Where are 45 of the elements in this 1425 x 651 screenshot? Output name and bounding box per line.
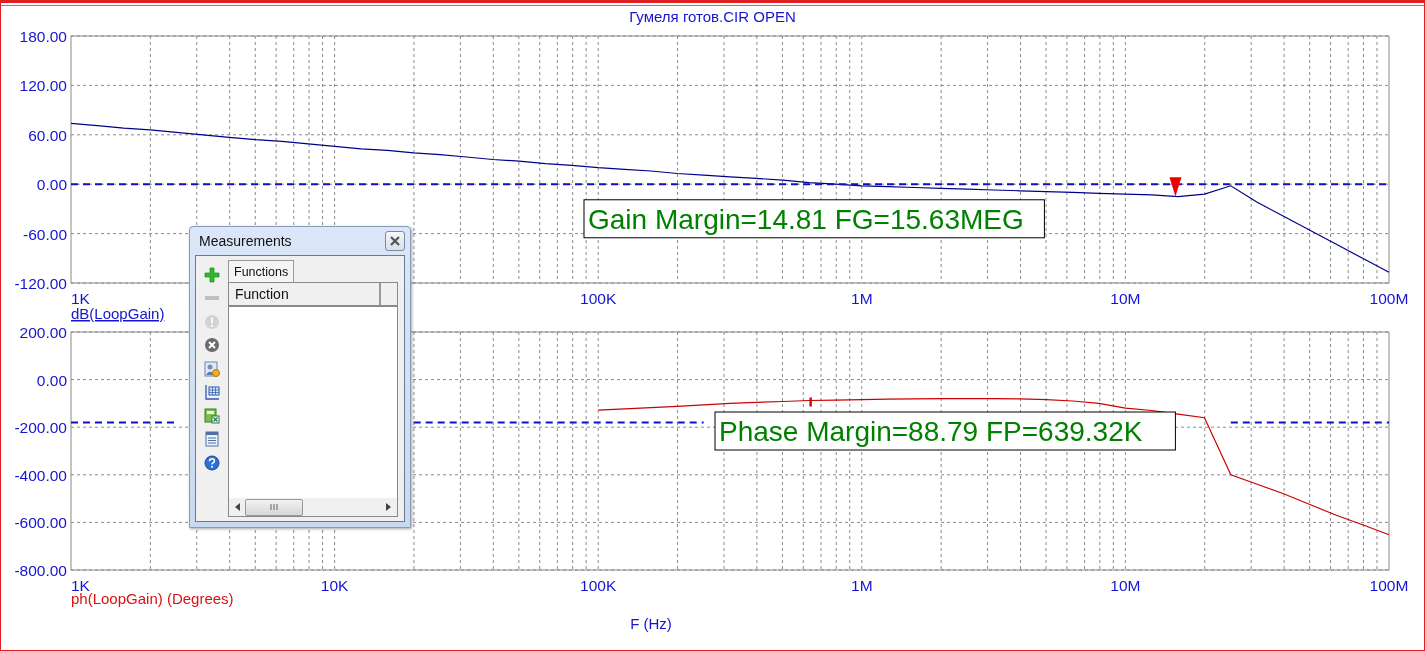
scroll-left-icon[interactable] [235, 503, 241, 511]
tab[interactable]: Functions [228, 260, 295, 282]
y-tick-label: 200.00 [19, 328, 67, 341]
user-settings-icon[interactable] [202, 358, 222, 380]
document-icon[interactable] [202, 428, 222, 450]
function-list[interactable]: Function [228, 282, 398, 517]
x-tick-label: 10K [320, 577, 349, 594]
y-tick-label: 180.00 [19, 28, 67, 45]
x-tick-label: 1M [851, 290, 873, 307]
x-tick-label: 100M [1369, 577, 1409, 594]
margin-label: Phase Margin=88.79 FP=639.32K [714, 411, 1176, 451]
x-tick-label: 100M [1369, 290, 1409, 307]
marker-icon[interactable] [809, 397, 812, 407]
plot-title: Гумеля готов.CIR OPEN [628, 7, 797, 25]
legend-label[interactable]: dB(LoopGain) [71, 305, 165, 322]
y-tick-label: -400.00 [14, 466, 67, 484]
x-tick-label: 100K [580, 577, 617, 594]
y-tick-label: 0.00 [36, 176, 67, 194]
y-tick-label: 0.00 [36, 371, 67, 389]
margin-label: Gain Margin=14.81 FG=15.63MEG [583, 199, 1045, 239]
y-tick-label: -60.00 [23, 225, 67, 243]
help-icon[interactable] [202, 452, 222, 474]
y-tick-label: -600.00 [14, 514, 67, 532]
y-tick-label: -120.00 [14, 275, 67, 292]
x-tick-label: 1M [851, 577, 873, 594]
x-tick-label: 10M [1110, 290, 1141, 307]
annotation: Gain Margin=14.81 FG=15.63MEG [588, 203, 1024, 235]
scroll-right-icon[interactable] [385, 503, 391, 511]
x-axis-label: F (Hz) [629, 615, 673, 632]
x-tick-label: 1K [71, 290, 90, 307]
y-tick-label: 120.00 [19, 77, 67, 95]
y-tick-label: -200.00 [14, 419, 67, 437]
close-icon [389, 235, 401, 247]
window-title: Measurements [198, 233, 292, 249]
spreadsheet-icon[interactable] [202, 405, 222, 427]
close-button[interactable] [385, 231, 405, 251]
x-tick-label: 100K [580, 290, 617, 307]
y-tick-label: 60.00 [28, 126, 67, 144]
add-icon[interactable] [202, 264, 222, 286]
annotation: Phase Margin=88.79 FP=639.32K [719, 416, 1143, 448]
x-tick-label: 10M [1110, 577, 1141, 594]
horizontal-scrollbar[interactable] [229, 498, 397, 516]
y-tick-label: -800.00 [14, 562, 67, 579]
scroll-thumb[interactable] [245, 498, 303, 516]
marker-icon[interactable] [1169, 177, 1182, 197]
